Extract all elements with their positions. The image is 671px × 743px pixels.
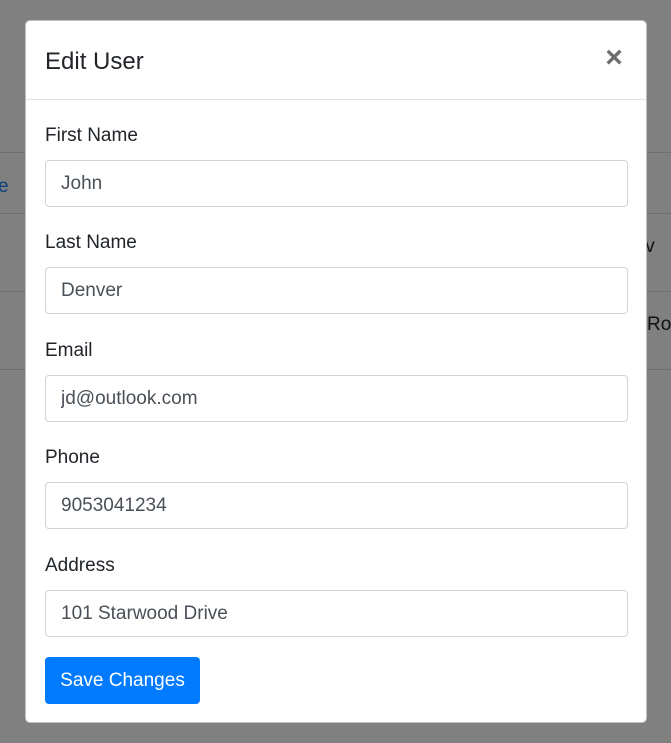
modal-title: Edit User [45,48,144,75]
email-input[interactable] [45,375,628,422]
address-label: Address [45,555,115,576]
last-name-label: Last Name [45,232,137,253]
background-row-fragment: Ro [647,314,671,335]
address-input[interactable] [45,590,628,637]
background-link-fragment: e [0,176,9,197]
last-name-input[interactable] [45,267,628,314]
first-name-label: First Name [45,125,138,146]
phone-label: Phone [45,447,100,468]
edit-user-modal: Edit User × First Name Last Name Email P… [25,20,647,723]
close-icon[interactable]: × [602,43,626,73]
phone-input[interactable] [45,482,628,529]
email-label: Email [45,340,93,361]
first-name-input[interactable] [45,160,628,207]
modal-header: Edit User × [26,21,646,100]
save-changes-button[interactable]: Save Changes [45,657,200,704]
